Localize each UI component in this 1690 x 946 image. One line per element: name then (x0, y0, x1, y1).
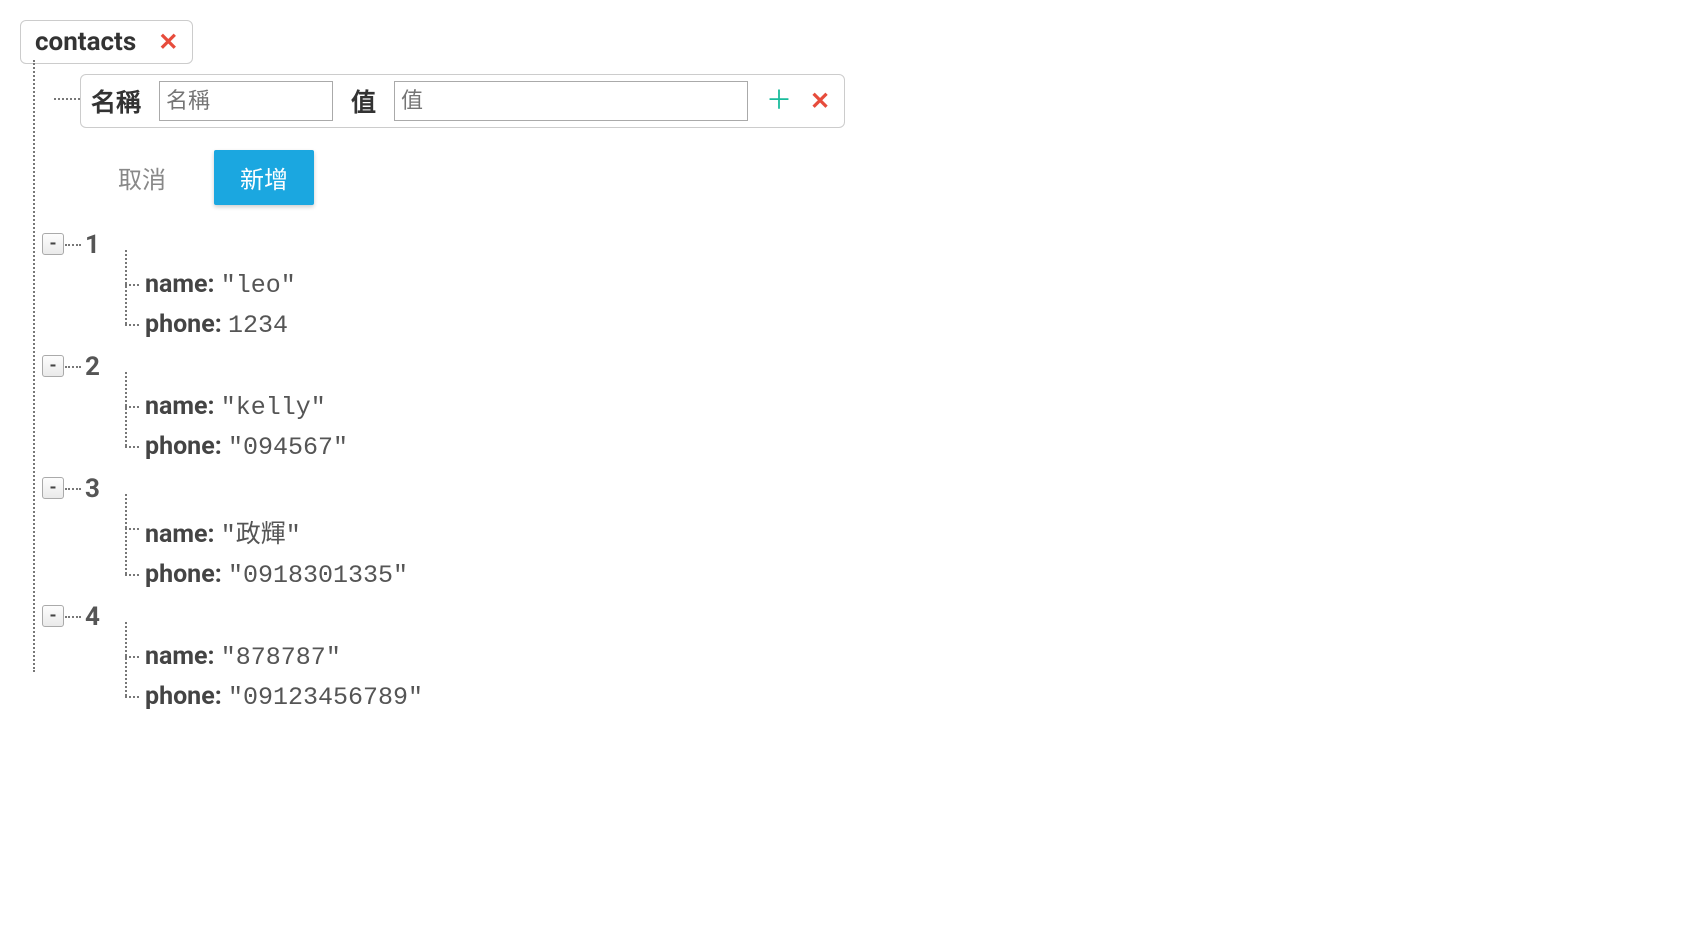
plus-icon[interactable]: ＋ (766, 88, 792, 114)
field-key: phone: (145, 560, 222, 589)
field-key: phone: (145, 682, 222, 711)
connector-v (125, 494, 127, 528)
field-key: phone: (145, 432, 222, 461)
field-row: phone: "094567" (125, 432, 1670, 462)
connector-h (125, 446, 139, 448)
field-value: "09123456789" (228, 683, 423, 712)
collapse-icon[interactable]: - (42, 605, 64, 627)
field-value: 1234 (228, 311, 288, 340)
connector-v (125, 650, 127, 696)
json-tree: contacts ✕ 名稱 值 ＋ ✕ 取消 新增 - 1 (0, 0, 1690, 744)
form-buttons: 取消 新增 (102, 150, 1670, 205)
field-row: name: "kelly" (125, 392, 1670, 422)
field-row: name: "政輝" (125, 514, 1670, 550)
connector-h (125, 696, 139, 698)
collapse-icon[interactable]: - (42, 233, 64, 255)
field-row: phone: "0918301335" (125, 560, 1670, 590)
connector-h (125, 284, 139, 286)
field-key: phone: (145, 310, 222, 339)
times-icon[interactable]: ✕ (810, 89, 830, 113)
field-key: name: (145, 642, 215, 671)
item-node: - 4 name: "878787" phone: "09123456789" (45, 602, 1670, 712)
item-node: - 2 name: "kelly" phone: "094567" (45, 352, 1670, 462)
item-index: 3 (85, 474, 100, 504)
item-index: 4 (85, 602, 100, 632)
connector-h (125, 528, 139, 530)
connector-h (125, 656, 139, 658)
fields: name: "kelly" phone: "094567" (125, 392, 1670, 462)
connector-h (54, 98, 80, 100)
name-input[interactable] (159, 81, 333, 121)
connector-h (65, 244, 81, 246)
item-node: - 3 name: "政輝" phone: "0918301335" (45, 474, 1670, 590)
value-input[interactable] (394, 81, 748, 121)
field-key: name: (145, 392, 215, 421)
fields: name: "878787" phone: "09123456789" (125, 642, 1670, 712)
connector-h (125, 324, 139, 326)
field-key: name: (145, 270, 215, 299)
connector-h (125, 406, 139, 408)
connector-v (33, 60, 35, 672)
connector-h (65, 488, 81, 490)
field-value: "leo" (221, 271, 296, 300)
add-form: 名稱 值 ＋ ✕ (80, 74, 845, 128)
field-value: "878787" (221, 643, 341, 672)
field-value: "094567" (228, 433, 348, 462)
collapse-icon[interactable]: - (42, 477, 64, 499)
root-node[interactable]: contacts ✕ (20, 20, 193, 64)
field-value: "0918301335" (228, 561, 408, 590)
value-label: 值 (351, 83, 376, 119)
name-label: 名稱 (91, 83, 141, 119)
connector-v (125, 528, 127, 574)
root-label: contacts (35, 27, 136, 57)
close-icon[interactable]: ✕ (158, 30, 178, 54)
connector-h (125, 574, 139, 576)
cancel-button[interactable]: 取消 (102, 150, 182, 205)
field-value: "政輝" (221, 521, 301, 550)
connector-h (65, 616, 81, 618)
field-row: name: "leo" (125, 270, 1670, 300)
field-row: phone: "09123456789" (125, 682, 1670, 712)
field-value: "kelly" (221, 393, 326, 422)
item-index: 2 (85, 352, 100, 382)
connector-h (65, 366, 81, 368)
fields: name: "政輝" phone: "0918301335" (125, 514, 1670, 590)
item-node: - 1 name: "leo" phone: 1234 (45, 230, 1670, 340)
add-button[interactable]: 新增 (214, 150, 314, 205)
field-row: name: "878787" (125, 642, 1670, 672)
items: - 1 name: "leo" phone: 1234 - (45, 230, 1670, 712)
collapse-icon[interactable]: - (42, 355, 64, 377)
field-row: phone: 1234 (125, 310, 1670, 340)
item-index: 1 (85, 230, 100, 260)
field-key: name: (145, 520, 215, 549)
fields: name: "leo" phone: 1234 (125, 270, 1670, 340)
add-form-wrap: 名稱 值 ＋ ✕ 取消 新增 (80, 74, 1670, 205)
connector-v (125, 400, 127, 446)
connector-v (125, 278, 127, 324)
